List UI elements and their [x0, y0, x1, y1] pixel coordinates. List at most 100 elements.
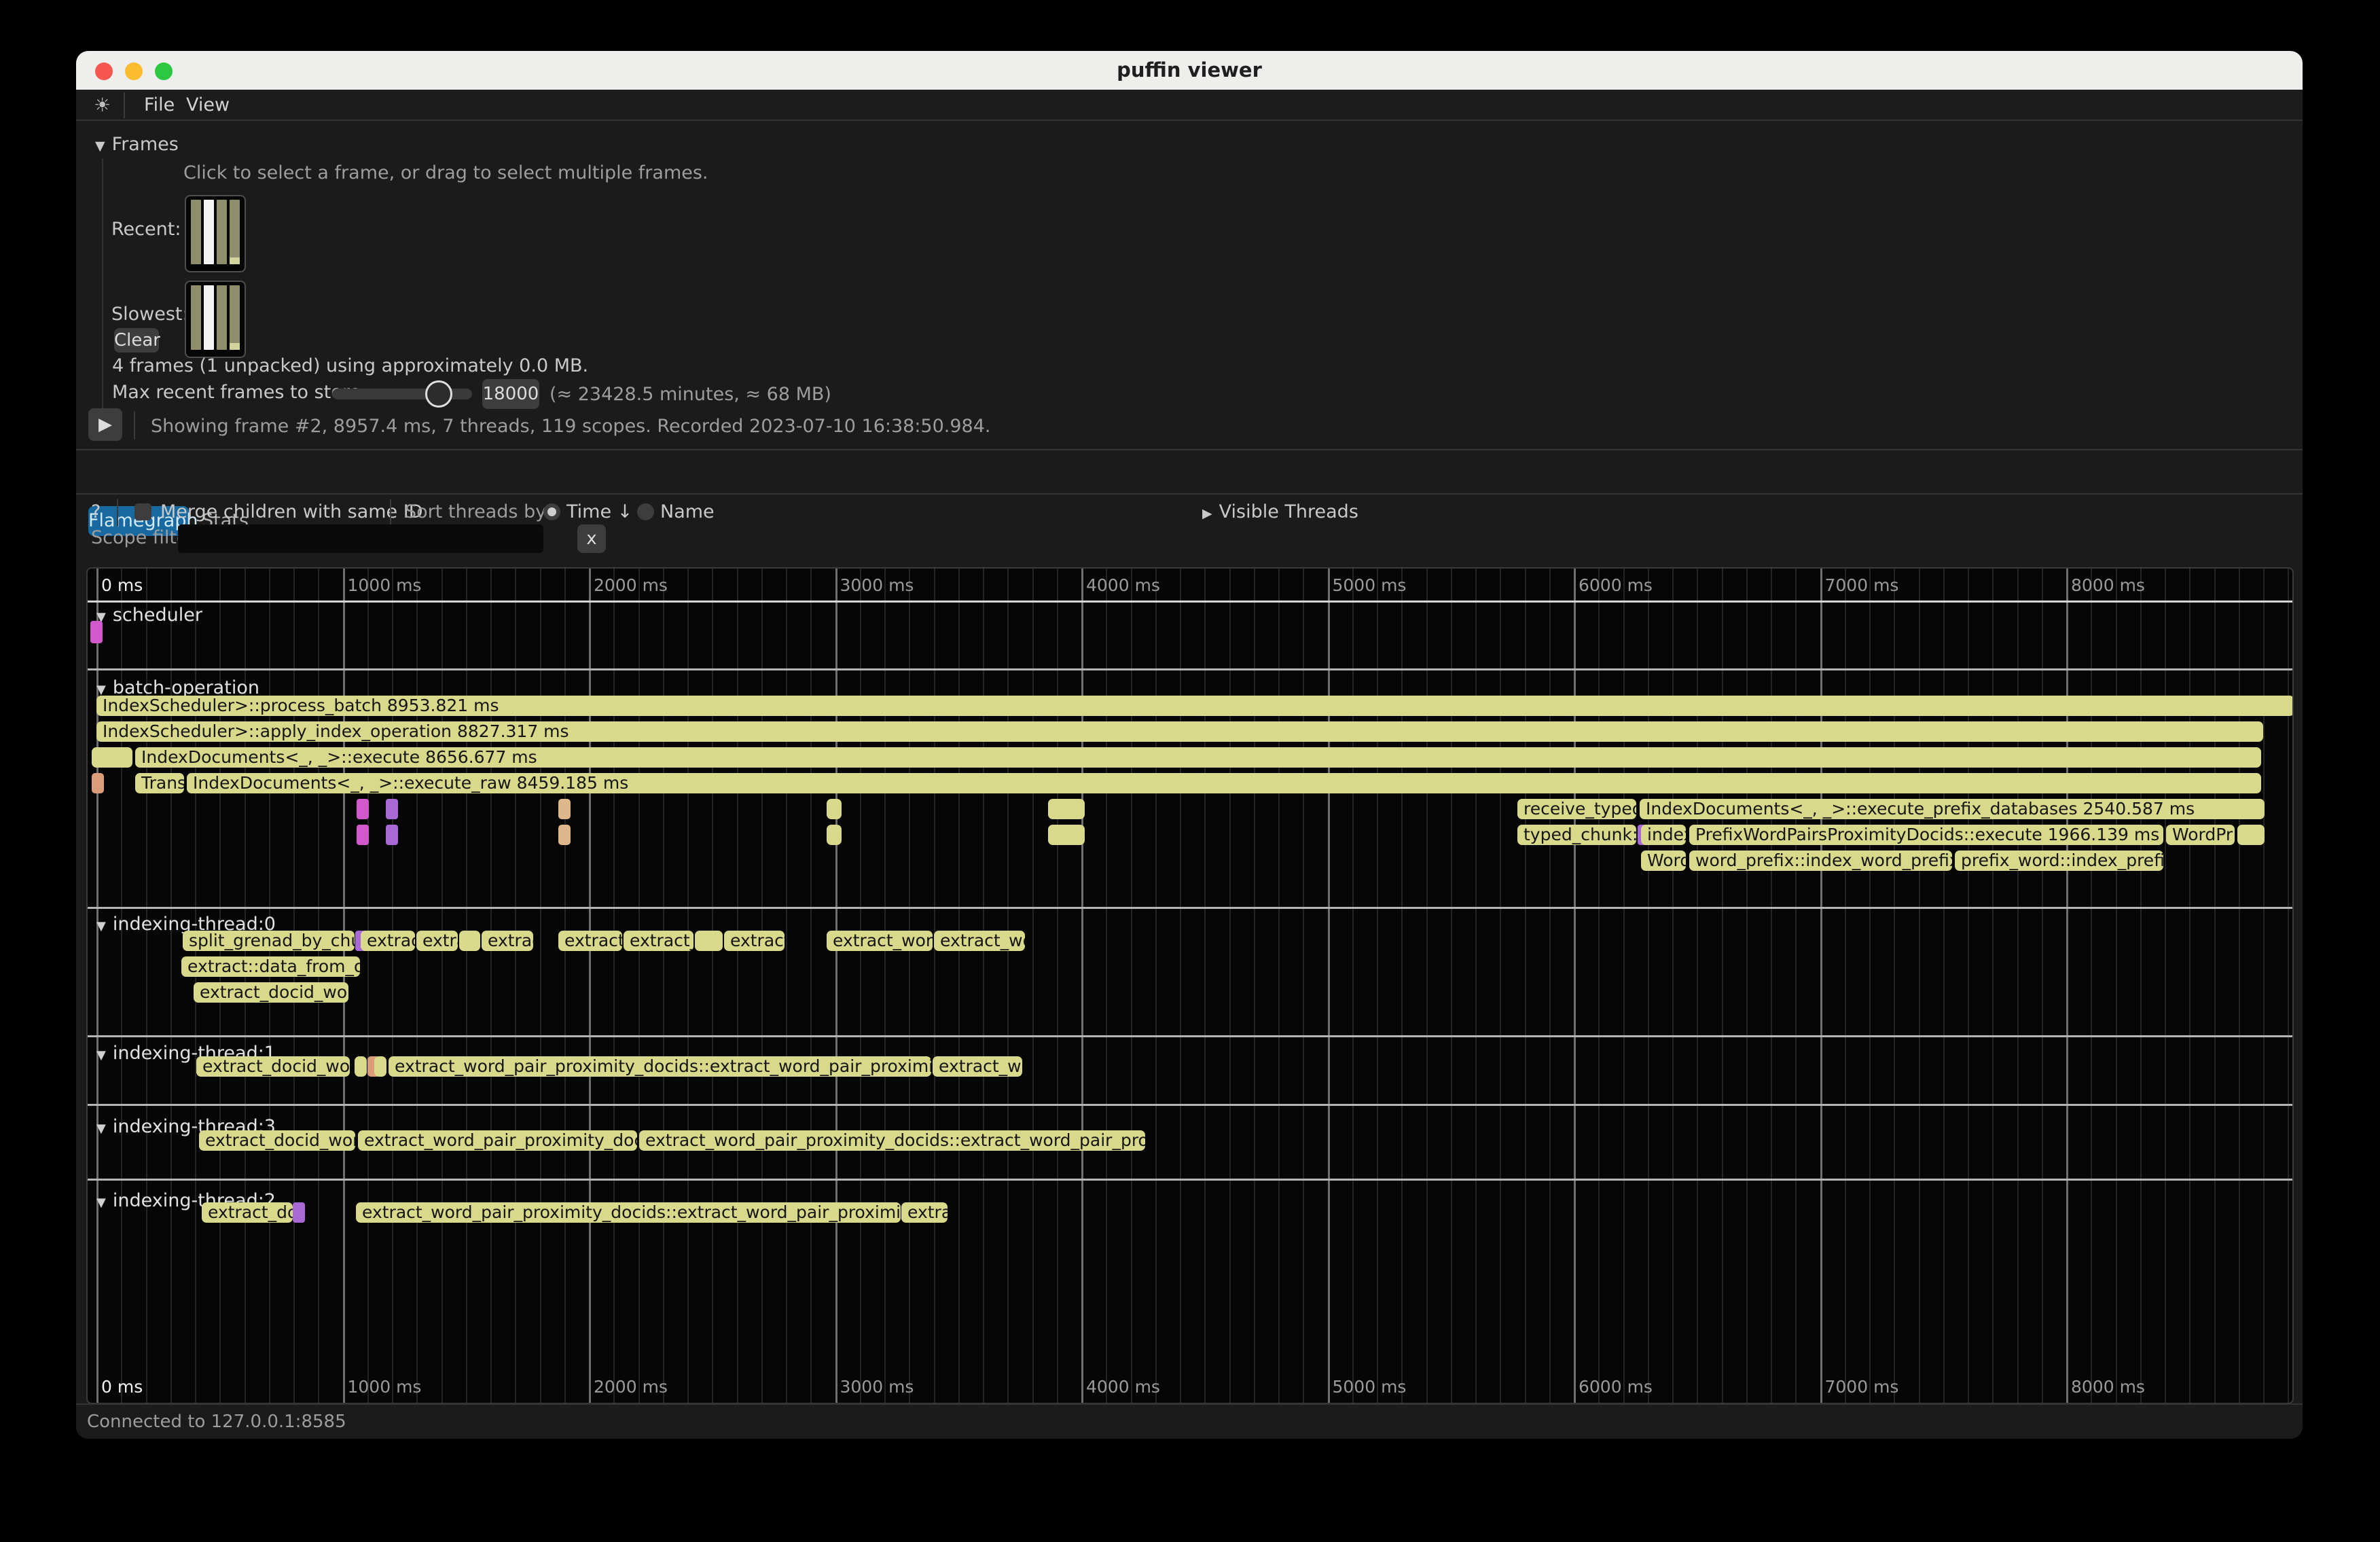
scope-bar[interactable]: extrac [901, 1202, 948, 1223]
scope-bar[interactable]: IndexScheduler>::process_batch 8953.821 … [96, 696, 2294, 716]
scope-bar[interactable] [558, 825, 571, 845]
gridline [1795, 569, 1797, 1403]
scope-bar[interactable]: PrefixWordPairsProximityDocids::execute … [1689, 825, 2163, 845]
scope-bar[interactable]: extract_ [624, 931, 693, 951]
axis-tick-label: 3000 ms [840, 575, 914, 595]
scope-bar[interactable]: extract_ [558, 931, 622, 951]
scope-bar[interactable] [355, 1056, 367, 1077]
scope-bar[interactable]: extract_word_pair_proximity_docids [358, 1130, 637, 1151]
scope-bar[interactable] [293, 1202, 305, 1223]
gridline [2116, 569, 2117, 1403]
scope-bar[interactable]: extract [724, 931, 785, 951]
scope-bar[interactable]: extract_word_pair_proximity_docids::extr… [389, 1056, 931, 1077]
scope-bar[interactable] [92, 773, 104, 793]
visible-threads-header[interactable]: ▶Visible Threads [1202, 501, 1358, 522]
scope-bar[interactable]: extract_doc [202, 1202, 293, 1223]
frame-bar [230, 285, 240, 350]
scope-bar[interactable]: prefix_word::index_prefix_wo [1955, 850, 2163, 871]
slowest-frames-thumbnail[interactable] [185, 281, 246, 358]
scope-bar[interactable]: extract_word [827, 931, 933, 951]
gridline [1722, 569, 1723, 1403]
gridline [1155, 569, 1157, 1403]
scope-bar[interactable] [386, 825, 398, 845]
scope-bar[interactable] [92, 747, 132, 768]
play-icon: ▶ [98, 414, 112, 435]
scope-bar[interactable]: extract::data_from_ob [181, 956, 360, 977]
separator [76, 449, 2303, 450]
max-frames-value[interactable]: 18000 [482, 379, 539, 409]
gridline [1352, 569, 1354, 1403]
scope-bar[interactable]: split_grenad_by_chun [183, 931, 355, 951]
scope-bar[interactable] [357, 799, 369, 819]
chevron-down-icon: ▼ [96, 683, 106, 697]
scope-bar[interactable]: IndexDocuments<_, _>::execute_prefix_dat… [1640, 799, 2265, 819]
frame-bar [230, 200, 240, 264]
scope-filter-input[interactable] [178, 524, 543, 553]
recent-frames-thumbnail[interactable] [185, 195, 246, 272]
gridline [2214, 569, 2216, 1403]
scope-bar[interactable] [695, 931, 723, 951]
scope-bar[interactable]: IndexDocuments<_, _>::execute_raw 8459.1… [187, 773, 2261, 793]
scope-bar[interactable]: WordPr [2166, 825, 2235, 845]
scope-bar[interactable] [1048, 825, 1085, 845]
sort-name-radio[interactable] [637, 503, 654, 520]
scope-bar[interactable]: extract_docid_word [199, 1130, 355, 1151]
scope-bar[interactable]: extract [361, 931, 415, 951]
axis-tick-label: 2000 ms [594, 1377, 668, 1397]
scope-bar[interactable]: extract_word_pair_proximity_docids::extr… [639, 1130, 1145, 1151]
gridline [441, 569, 443, 1403]
scope-bar[interactable]: Word [1641, 850, 1686, 871]
scope-bar[interactable] [827, 799, 842, 819]
scope-bar[interactable]: typed_chunk::w [1517, 825, 1636, 845]
frame-bar [204, 200, 214, 264]
slider-handle[interactable] [425, 380, 452, 408]
scope-bar[interactable]: extra [416, 931, 458, 951]
divider [124, 92, 125, 118]
scope-bar[interactable] [1048, 799, 1085, 819]
gridline [2189, 569, 2190, 1403]
scope-bar[interactable] [558, 799, 571, 819]
gridline [934, 569, 935, 1403]
scope-bar[interactable] [357, 825, 369, 845]
chevron-down-icon: ▼ [96, 1122, 106, 1136]
scope-bar[interactable] [459, 931, 480, 951]
gridline [1377, 569, 1378, 1403]
scope-bar[interactable]: extract_docid_word [196, 1056, 350, 1077]
scope-bar[interactable]: extract_docid_word [194, 982, 348, 1003]
scope-bar[interactable]: receive_typed_ [1517, 799, 1636, 819]
chevron-down-icon: ▼ [96, 919, 106, 933]
clear-button[interactable]: Clear [114, 328, 159, 353]
recent-label: Recent: [111, 219, 181, 240]
scope-bar[interactable] [2237, 825, 2265, 845]
help-button[interactable]: ? [91, 501, 101, 522]
scope-bar[interactable] [90, 621, 103, 643]
gridline [2165, 569, 2166, 1403]
scope-bar[interactable]: IndexDocuments<_, _>::execute 8656.677 m… [135, 747, 2261, 768]
scope-bar[interactable]: extract_word_pair_proximity_docids::extr… [356, 1202, 901, 1223]
frames-section-header[interactable]: ▼Frames [95, 134, 179, 155]
scope-bar[interactable]: IndexScheduler>::apply_index_operation 8… [96, 721, 2263, 742]
sort-time-radio[interactable] [543, 503, 560, 520]
scope-bar[interactable]: extract_wo [934, 931, 1025, 951]
gridline [786, 569, 787, 1403]
axis-tick-label: 5000 ms [1333, 1377, 1407, 1397]
menu-file[interactable]: File [144, 94, 175, 115]
scope-bar[interactable]: word_prefix::index_word_prefix_ [1689, 850, 1952, 871]
scope-bar[interactable]: extrac [482, 931, 533, 951]
clear-filter-button[interactable]: x [577, 524, 606, 553]
gridline [540, 569, 541, 1403]
gridline [1672, 569, 1674, 1403]
scope-bar[interactable] [374, 1056, 386, 1077]
flamegraph-canvas[interactable]: 0 ms0 ms1000 ms1000 ms2000 ms2000 ms3000… [86, 567, 2294, 1404]
scope-bar[interactable]: Trans [135, 773, 184, 793]
menu-view[interactable]: View [186, 94, 230, 115]
theme-toggle-icon[interactable]: ☀ [94, 94, 111, 116]
section-separator [88, 600, 2292, 603]
scope-bar[interactable]: extract_wo [933, 1056, 1022, 1077]
scope-bar[interactable] [386, 799, 398, 819]
merge-children-checkbox[interactable] [134, 503, 151, 520]
thread-header[interactable]: ▼scheduler [96, 605, 202, 626]
play-button[interactable]: ▶ [88, 408, 122, 441]
scope-bar[interactable] [827, 825, 842, 845]
scope-bar[interactable]: index [1641, 825, 1686, 845]
